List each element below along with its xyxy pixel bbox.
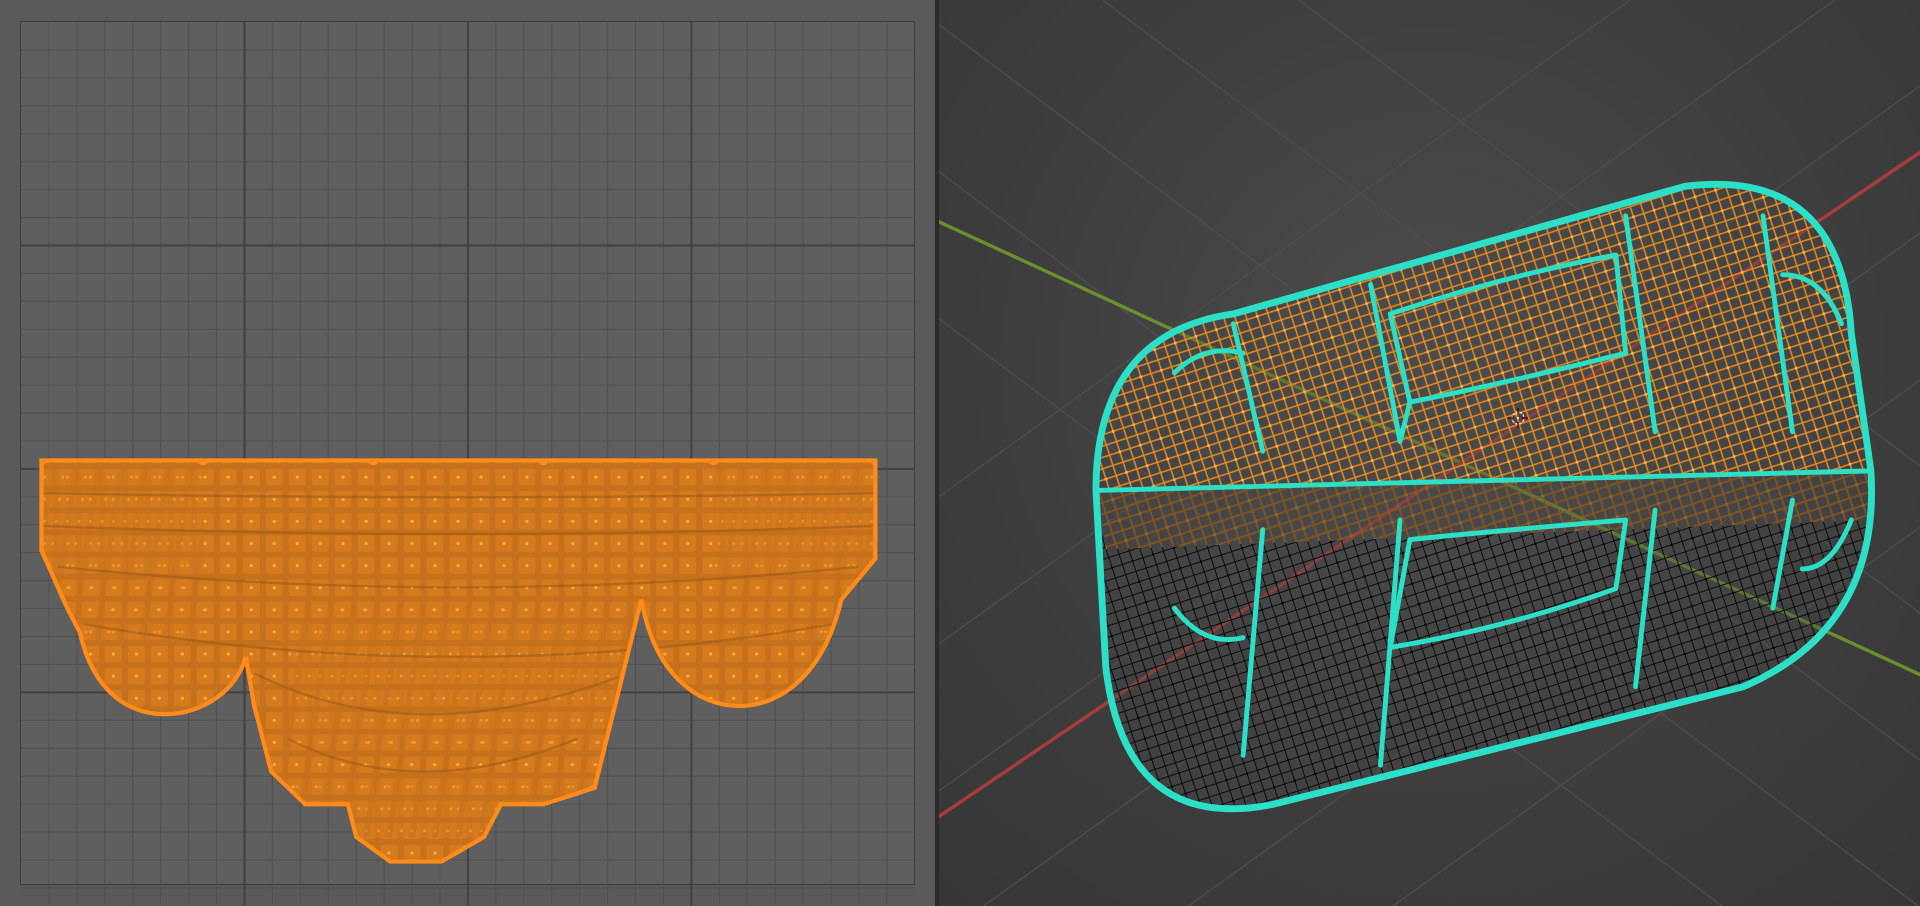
uv-editor-panel[interactable] bbox=[0, 0, 939, 906]
3d-viewport-scene[interactable] bbox=[939, 0, 1920, 906]
uv-editor-viewport[interactable] bbox=[0, 0, 935, 906]
uv-texture-bounds bbox=[21, 22, 915, 885]
workspace bbox=[0, 0, 1920, 906]
car-mesh[interactable] bbox=[1096, 184, 1881, 808]
3d-viewport-panel[interactable] bbox=[939, 0, 1920, 906]
uv-grid-lines bbox=[21, 22, 915, 906]
